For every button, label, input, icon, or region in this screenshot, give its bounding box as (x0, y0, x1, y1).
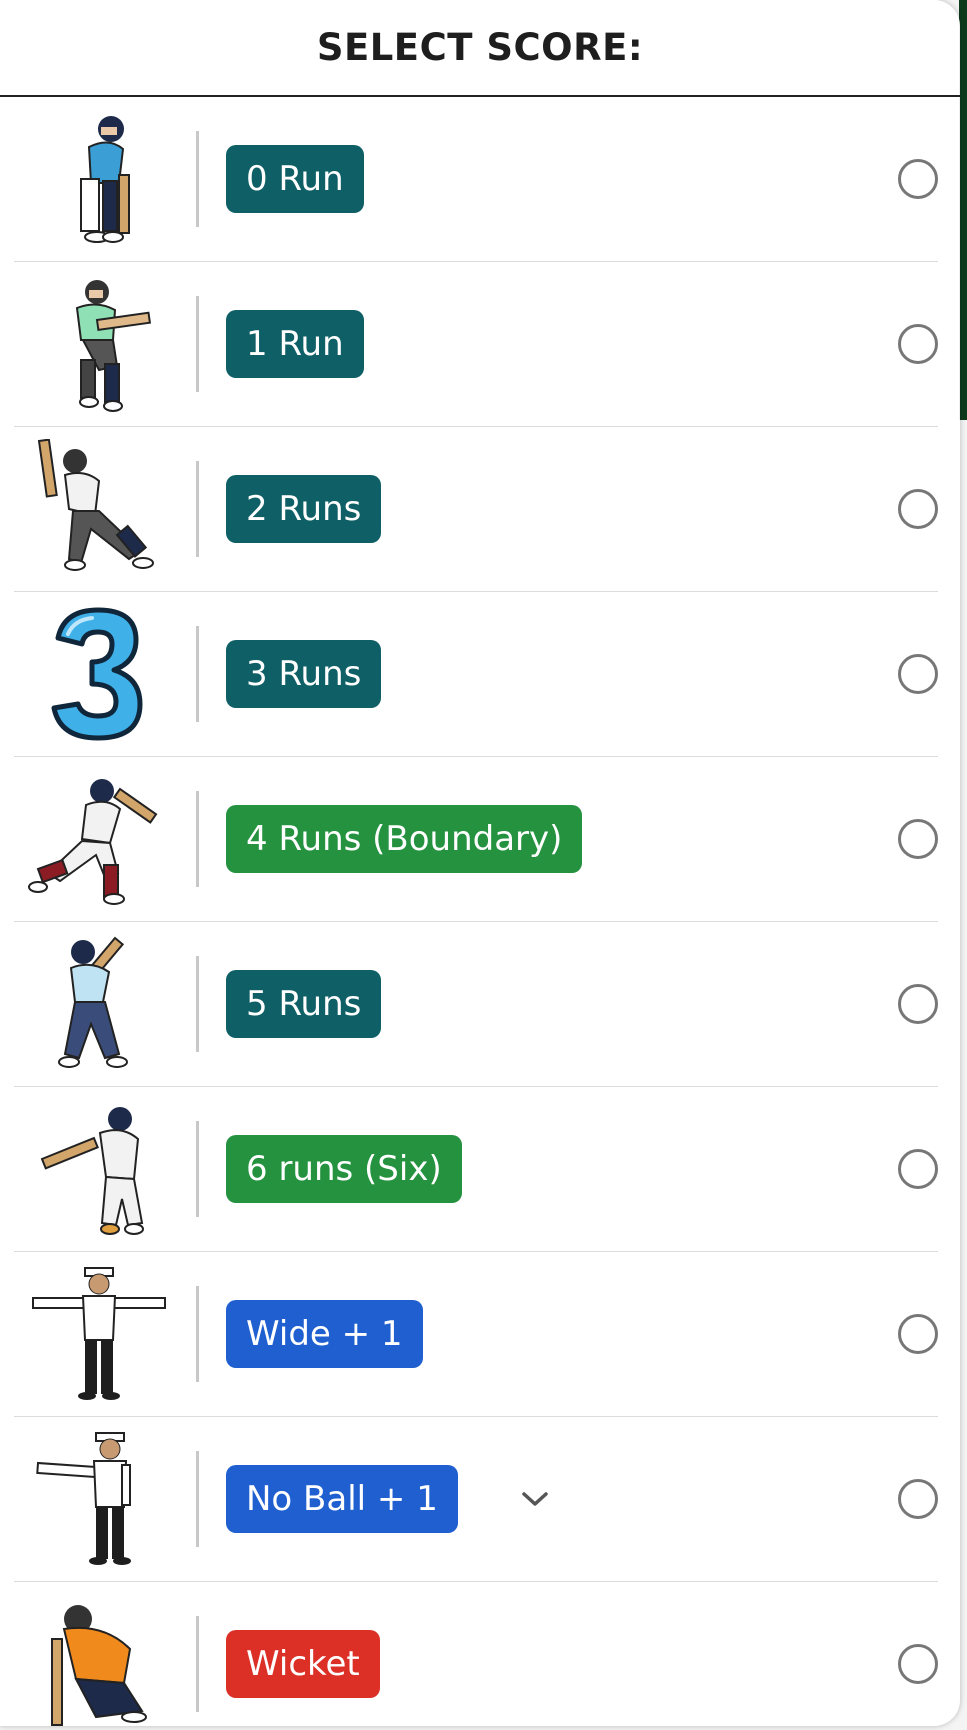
radio-button[interactable] (898, 1479, 938, 1519)
radio-button[interactable] (898, 1314, 938, 1354)
radio-button[interactable] (898, 489, 938, 529)
row-divider (196, 1121, 199, 1217)
score-badge: Wide + 1 (226, 1300, 423, 1368)
chevron-down-icon (520, 1484, 550, 1514)
score-option-1-run[interactable]: 1 Run (14, 262, 938, 427)
row-divider (196, 791, 199, 887)
score-option-0-run[interactable]: 0 Run (14, 97, 938, 262)
batsman-out-icon (14, 1589, 184, 1726)
umpire-no-ball-signal-icon (14, 1424, 184, 1574)
score-option-4-runs-boundary[interactable]: 4 Runs (Boundary) (14, 757, 938, 922)
row-divider (196, 131, 199, 227)
score-badge: Wicket (226, 1630, 380, 1698)
score-option-6-runs-six[interactable]: 6 runs (Six) (14, 1087, 938, 1252)
dialog-title: SELECT SCORE: (316, 26, 644, 69)
radio-button[interactable] (898, 984, 938, 1024)
batsman-defensive-icon (14, 104, 184, 254)
score-option-2-runs[interactable]: 2 Runs (14, 427, 938, 592)
row-divider (196, 626, 199, 722)
batsman-stride-icon (14, 434, 184, 584)
score-option-list: 0 Run 1 Run 2 Runs 3 Runs 4 Runs (Bounda… (0, 97, 960, 1726)
row-divider (196, 1286, 199, 1382)
score-option-wide-plus-1[interactable]: Wide + 1 (14, 1252, 938, 1417)
score-badge: 4 Runs (Boundary) (226, 805, 583, 873)
batsman-pull-shot-icon (14, 1094, 184, 1244)
row-divider (196, 461, 199, 557)
score-badge: No Ball + 1 (226, 1465, 458, 1533)
dialog-header: SELECT SCORE: (0, 0, 960, 97)
radio-button[interactable] (898, 654, 938, 694)
score-option-wicket[interactable]: Wicket (14, 1582, 938, 1726)
radio-button[interactable] (898, 1149, 938, 1189)
row-divider (196, 296, 199, 392)
background-edge (959, 0, 967, 420)
score-badge: 6 runs (Six) (226, 1135, 462, 1203)
radio-button[interactable] (898, 324, 938, 364)
score-option-3-runs[interactable]: 3 Runs (14, 592, 938, 757)
score-badge: 1 Run (226, 310, 364, 378)
score-badge: 5 Runs (226, 970, 382, 1038)
score-option-no-ball-plus-1[interactable]: No Ball + 1 (14, 1417, 938, 1582)
row-divider (196, 956, 199, 1052)
row-divider (196, 1451, 199, 1547)
score-option-5-runs[interactable]: 5 Runs (14, 922, 938, 1087)
score-badge: 3 Runs (226, 640, 382, 708)
number-three-icon (14, 599, 184, 749)
batsman-backfoot-icon (14, 929, 184, 1079)
score-badge: 0 Run (226, 145, 364, 213)
umpire-wide-signal-icon (14, 1259, 184, 1409)
radio-button[interactable] (898, 819, 938, 859)
radio-button[interactable] (898, 1644, 938, 1684)
radio-button[interactable] (898, 159, 938, 199)
score-badge: 2 Runs (226, 475, 382, 543)
select-score-dialog: SELECT SCORE: 0 Run 1 Run 2 Runs 3 Runs … (0, 0, 960, 1726)
row-divider (196, 1616, 199, 1712)
batsman-running-icon (14, 269, 184, 419)
batsman-cover-drive-icon (14, 764, 184, 914)
